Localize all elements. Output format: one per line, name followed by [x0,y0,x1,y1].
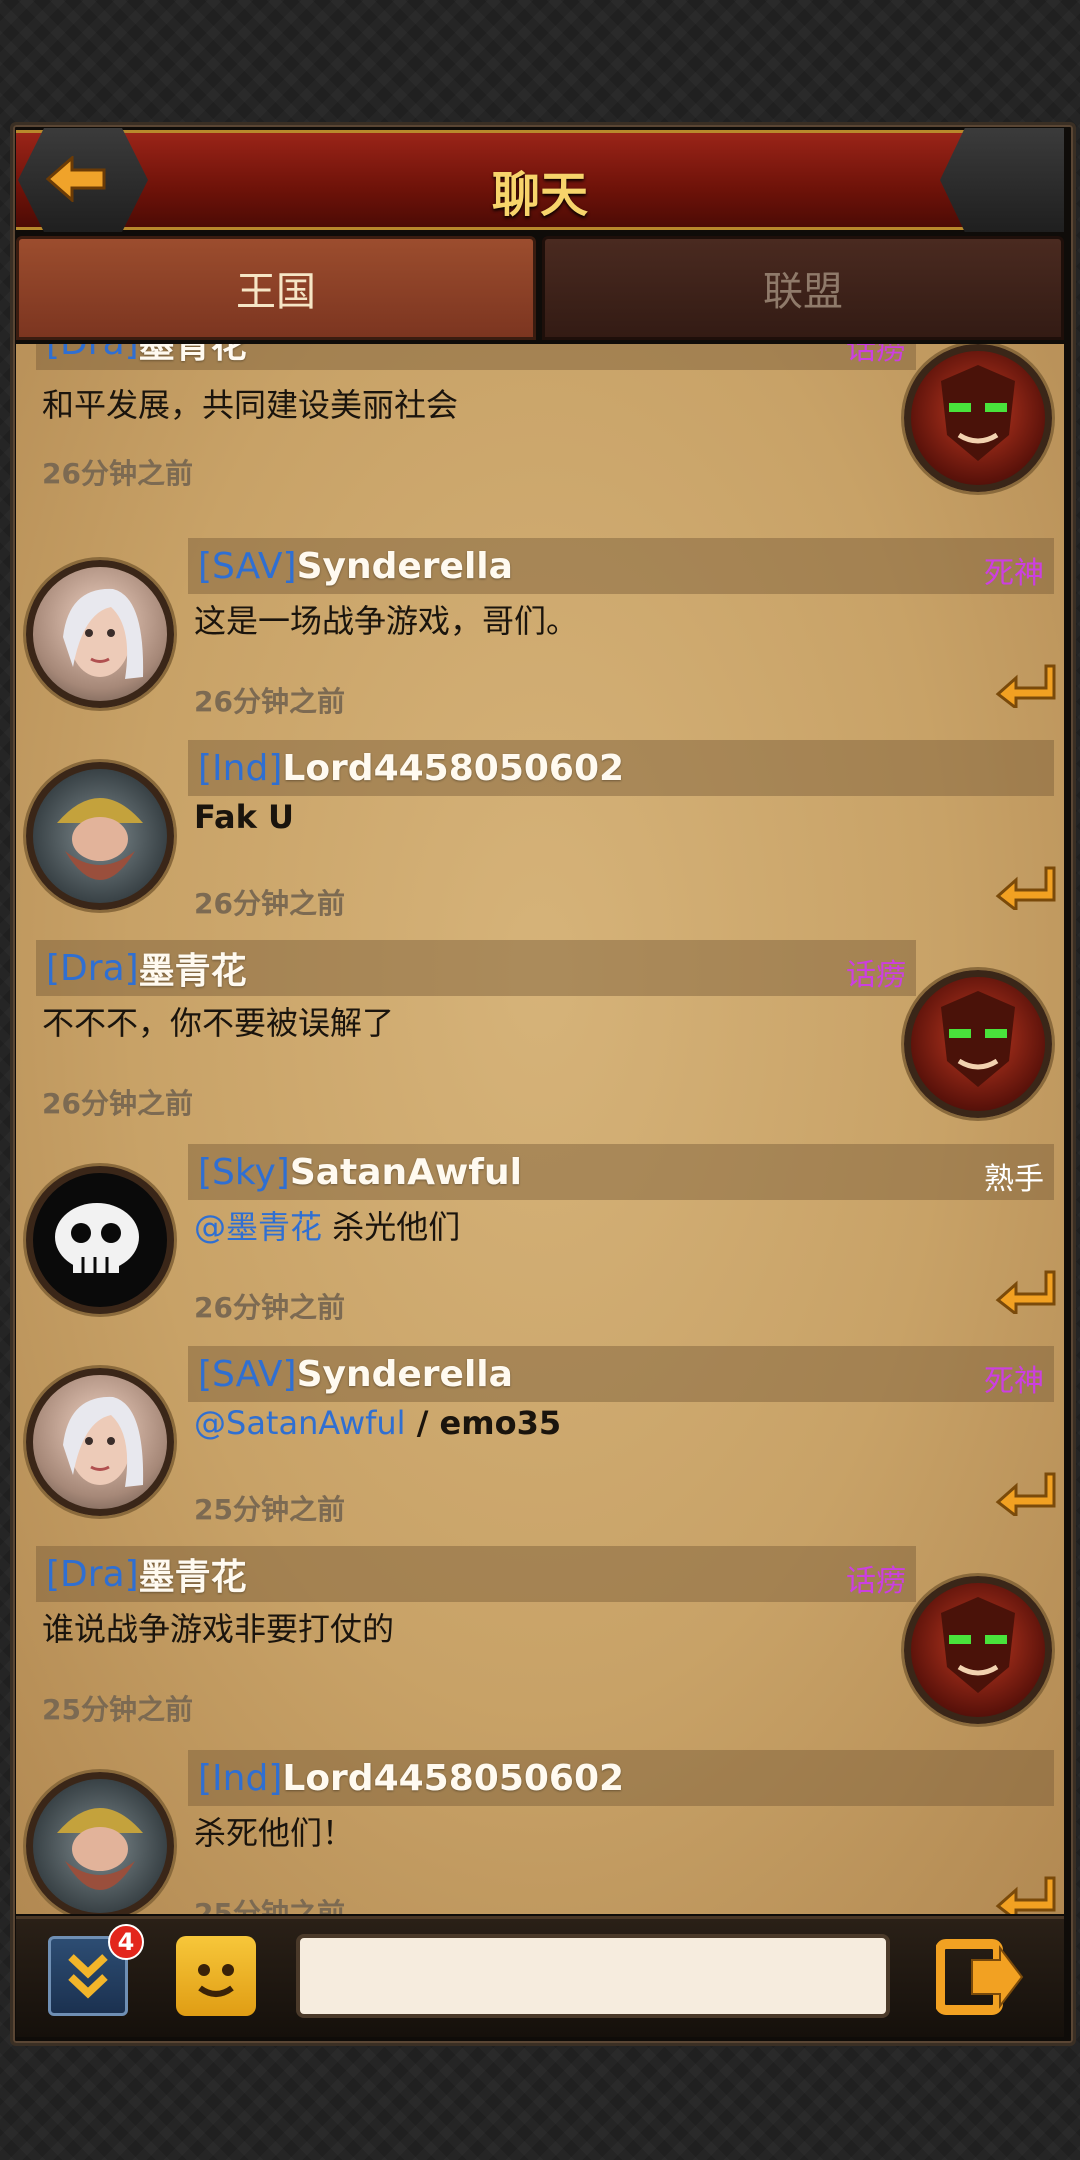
message-time: 25分钟之前 [194,1897,345,1914]
username[interactable]: Synderella [297,546,513,587]
avatar[interactable] [26,762,174,910]
username[interactable]: 墨青花 [139,1548,247,1600]
username[interactable]: SatanAwful [290,1152,522,1193]
message-namebar: [Dra] 墨青花 话痨 [36,344,916,370]
avatar[interactable] [904,970,1052,1118]
message-time: 25分钟之前 [194,1493,345,1526]
warrior-helmet-icon [941,1597,1015,1693]
player-title: 熟手 [984,1162,1044,1197]
message-namebar: [SAV] Synderella 死神 [188,538,1054,594]
message-namebar: [Ind] Lord4458050602 [188,1750,1054,1806]
chat-message: [SAV] Synderella 死神 @SatanAwful / emo35 … [16,1346,1064,1536]
avatar[interactable] [904,344,1052,492]
chat-header: 聊天 [16,130,1064,230]
message-input[interactable] [296,1934,890,2018]
message-namebar: [Dra] 墨青花 话痨 [36,1546,916,1602]
player-title: 话痨 [846,1564,906,1599]
message-namebar: [Ind] Lord4458050602 [188,740,1054,796]
reply-icon[interactable] [994,656,1058,708]
player-title: 死神 [984,556,1044,591]
dwarf-portrait-icon [57,1808,143,1890]
tab-alliance[interactable]: 联盟 [542,236,1064,340]
avatar[interactable] [904,1576,1052,1724]
emoji-button[interactable] [176,1936,256,2016]
username[interactable]: 墨青花 [139,942,247,994]
guild-tag: [SAV] [198,1353,297,1395]
chat-message: [Ind] Lord4458050602 Fak U 26分钟之前 [16,740,1064,930]
message-time: 26分钟之前 [42,457,193,490]
mention-link[interactable]: @SatanAwful [194,1404,406,1442]
username[interactable]: Synderella [297,1354,513,1395]
skull-icon [55,1203,139,1273]
message-time: 25分钟之前 [42,1693,193,1726]
reply-icon[interactable] [994,1262,1058,1314]
chat-message-list[interactable]: [Dra] 墨青花 话痨 和平发展，共同建设美丽社会 26分钟之前 [16,344,1064,1914]
message-text: 谁说战争游戏非要打仗的 [42,1610,395,1648]
message-namebar: [Dra] 墨青花 话痨 [36,940,916,996]
message-text: 这是一场战争游戏，哥们。 [194,602,579,640]
chat-message: [Sky] SatanAwful 熟手 @墨青花 杀光他们 26分钟之前 [16,1144,1064,1334]
username[interactable]: Lord4458050602 [282,1758,624,1799]
send-button[interactable] [935,1938,1026,2016]
message-text: 不不不，你不要被误解了 [42,1004,395,1042]
username[interactable]: Lord4458050602 [282,748,624,789]
woman-portrait-icon [63,1396,144,1487]
message-time: 26分钟之前 [194,1291,345,1324]
guild-tag: [Dra] [46,344,139,363]
warrior-helmet-icon [941,991,1015,1087]
guild-tag: [SAV] [198,545,297,587]
message-text: 杀死他们！ [194,1814,355,1852]
unread-badge: 4 [108,1924,144,1960]
chat-message: [Dra] 墨青花 话痨 和平发展，共同建设美丽社会 26分钟之前 [16,344,1064,492]
player-title: 死神 [984,1364,1044,1399]
back-button[interactable] [18,128,148,232]
dwarf-portrait-icon [57,798,143,880]
message-time: 26分钟之前 [194,685,345,718]
message-namebar: [SAV] Synderella 死神 [188,1346,1054,1402]
guild-tag: [Sky] [198,1151,290,1193]
avatar[interactable] [26,1772,174,1914]
page-title: 聊天 [491,167,588,223]
username[interactable]: 墨青花 [139,344,247,368]
avatar[interactable] [26,1368,174,1516]
message-text: 和平发展，共同建设美丽社会 [42,386,459,424]
back-arrow-icon [46,156,106,202]
message-body: / emo35 [405,1404,562,1442]
message-text: Fak U [194,798,294,836]
chat-message: [Dra] 墨青花 话痨 不不不，你不要被误解了 26分钟之前 [16,940,1064,1140]
avatar[interactable] [26,1166,174,1314]
message-time: 26分钟之前 [42,1087,193,1120]
guild-tag: [Dra] [46,1553,139,1595]
emoji-icon [198,1964,234,1997]
message-text: @SatanAwful / emo35 [194,1404,561,1442]
chat-message: [Dra] 墨青花 话痨 谁说战争游戏非要打仗的 25分钟之前 [16,1546,1064,1746]
reply-icon[interactable] [994,858,1058,910]
guild-tag: [Dra] [46,947,139,989]
reply-icon[interactable] [994,1868,1058,1914]
player-title: 话痨 [846,344,906,367]
chat-message: [Ind] Lord4458050602 杀死他们！ 25分钟之前 [16,1750,1064,1914]
mention-link[interactable]: @墨青花 [194,1208,322,1246]
guild-tag: [Ind] [198,1757,283,1799]
message-namebar: [Sky] SatanAwful 熟手 [188,1144,1054,1200]
message-time: 26分钟之前 [194,887,345,920]
avatar[interactable] [26,560,174,708]
player-title: 话痨 [846,958,906,993]
send-icon [935,1939,1024,2015]
woman-portrait-icon [63,588,144,679]
message-text: @墨青花 杀光他们 [194,1202,460,1248]
chat-message: [SAV] Synderella 死神 这是一场战争游戏，哥们。 26分钟之前 [16,538,1064,728]
guild-tag: [Ind] [198,747,283,789]
warrior-helmet-icon [941,365,1015,461]
message-body: 杀光他们 [322,1208,461,1246]
tab-kingdom[interactable]: 王国 [16,236,536,340]
header-right-cap [940,128,1064,232]
reply-icon[interactable] [994,1464,1058,1516]
